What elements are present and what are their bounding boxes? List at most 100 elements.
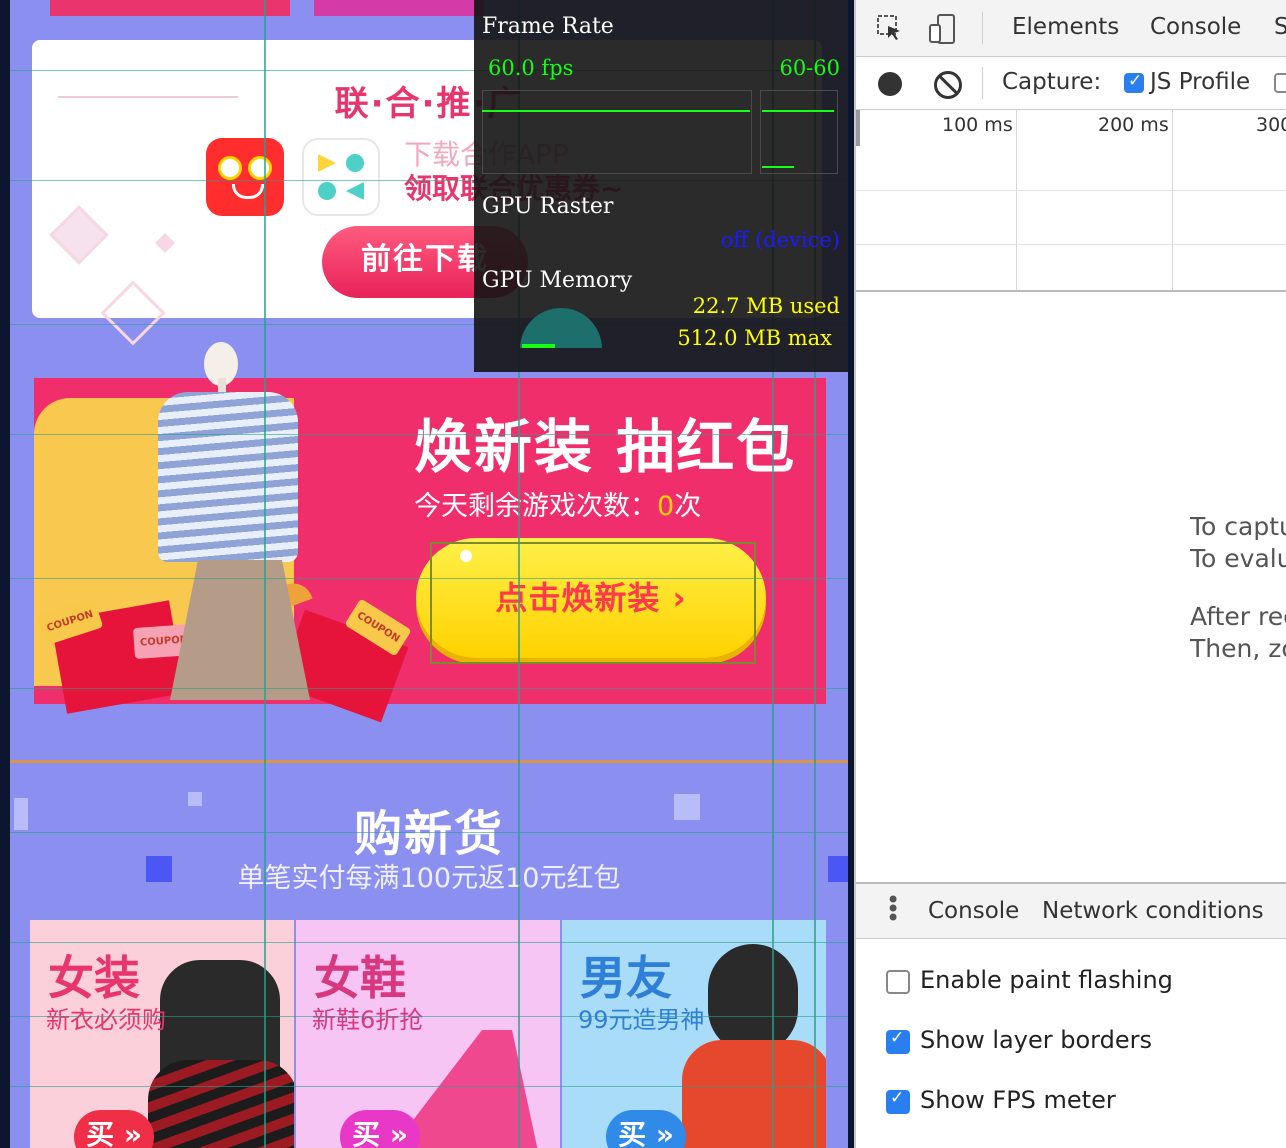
gpu-memory-used: 22.7 MB used [692,294,840,318]
timeline-tick [1016,110,1017,290]
paint-flashing-label: Enable paint flashing [920,966,1173,994]
previous-banner-strip [50,0,290,16]
timeline-tick-label: 200 ms [1098,114,1169,136]
layer-borders-checkbox[interactable] [886,1028,910,1054]
drawer-tabbar: • • • Console Network conditions [856,882,1286,939]
gpu-memory-label: GPU Memory [482,268,633,293]
layer-border-line [10,434,848,435]
capture-label: Capture: [1002,69,1102,95]
section-title: 购新货 [353,806,504,862]
capture-bar: Capture: JS Profile [856,57,1286,110]
banner-title: 焕新装 抽红包 [414,413,797,481]
layer-border-line [10,578,848,579]
record-button[interactable] [878,72,902,96]
section-separator [10,760,848,763]
layer-border-line [10,1086,848,1087]
striped-blouse [158,392,298,562]
fps-graph [482,90,752,174]
model-outfit [148,1060,294,1148]
gpu-memory-max: 512.0 MB max [677,326,832,350]
toolbar-divider [982,67,983,99]
app-icon-dot [318,154,336,172]
category-subtitle: 新衣必须购 [46,1006,166,1034]
landing-message-line: To captu [1190,512,1286,541]
timeline-overview: 100 ms 200 ms 300 [856,110,1286,292]
tab-elements[interactable]: Elements [1012,14,1119,40]
fps-histogram-bar [762,166,794,168]
layer-border-line [10,1016,848,1017]
model-photo [708,944,798,1054]
timeline-tick [1172,110,1173,290]
layer-border-line [10,942,848,943]
buy-button[interactable]: 买 » [340,1110,420,1148]
landing-message-line: To evalu [1190,544,1286,573]
devtools-panel: Elements Console S Capture: JS Profile 1… [854,0,1286,1148]
timeline-row-divider [856,190,1286,191]
app-icon-eye [218,156,242,180]
fps-meter-checkbox[interactable] [886,1088,910,1114]
fps-graph-line [482,110,750,112]
app-icon-eye [248,156,272,180]
model-outfit [682,1040,826,1148]
category-card-boyfriend[interactable]: 男友 99元造男神 买 » [562,920,826,1148]
landing-message-line: Then, zo [1190,634,1286,663]
tab-console[interactable]: Console [1150,14,1241,40]
section-subtitle: 单笔实付每满100元返10元红包 [237,863,621,894]
paint-flashing-checkbox[interactable] [886,970,910,994]
fps-meter-label: Show FPS meter [920,1086,1116,1114]
category-row: 女装 新衣必须购 买 » 女鞋 新鞋6折抢 买 » 男友 99元造男神 买 » [30,920,826,1148]
buy-button[interactable]: 买 » [74,1110,154,1148]
timeline-tick-label: 300 [1256,114,1286,136]
timeline-tick-label: 100 ms [942,114,1013,136]
device-toolbar-icon[interactable] [928,14,955,44]
more-options-icon[interactable]: • • • [886,888,900,930]
remaining-count: 0 [657,491,675,522]
app-icon-dot [346,154,364,172]
tab-sources[interactable]: S [1274,14,1286,40]
category-subtitle: 新鞋6折抢 [312,1006,424,1034]
option-layer-borders[interactable]: Show layer borders [886,1026,1152,1054]
gpu-memory-gauge-fill [522,344,555,348]
landing-message-line: After rec [1190,602,1286,631]
js-profile-checkbox[interactable] [1124,71,1144,93]
option-fps-meter[interactable]: Show FPS meter [886,1086,1116,1114]
gpu-raster-status: off (device) [720,228,840,252]
gpu-raster-label: GPU Raster [482,194,614,219]
js-profile-label: JS Profile [1150,69,1251,95]
app-icon-partner-b[interactable] [302,138,380,216]
app-icon-dot [346,182,364,200]
fps-meter: Frame Rate 60.0 fps 60-60 GPU Raster off… [474,0,848,372]
remaining-suffix: 次 [674,491,702,522]
fps-histogram [760,90,838,174]
layer-borders-label: Show layer borders [920,1026,1152,1054]
layer-border-line [10,688,848,689]
category-title: 男友 [580,951,672,1005]
remaining-prefix: 今天剩余游戏次数： [414,491,657,522]
inspect-element-icon[interactable] [876,14,902,42]
category-card-womens-clothing[interactable]: 女装 新衣必须购 买 » [30,920,294,1148]
capture-option-checkbox[interactable] [1274,73,1286,93]
frame-rate-label: Frame Rate [482,14,614,39]
remaining-plays: 今天剩余游戏次数：0次 [414,484,701,523]
fps-histogram-bar [762,110,834,112]
timeline-row-divider [856,244,1286,245]
app-icon-dot [318,182,336,200]
buy-button[interactable]: 买 » [606,1110,686,1148]
app-icon-partner-a[interactable] [206,138,284,216]
fps-value: 60.0 fps [488,56,574,80]
option-paint-flashing[interactable]: Enable paint flashing [886,966,1173,994]
clear-icon[interactable] [934,71,962,99]
drawer-tab-console[interactable]: Console [928,898,1019,924]
category-subtitle: 99元造男神 [578,1006,705,1034]
overview-scroll-edge [856,110,860,146]
drawer-tab-network-conditions[interactable]: Network conditions [1042,898,1264,924]
previous-banner-strip [314,0,484,16]
devtools-toolbar: Elements Console S [856,0,1286,57]
fps-range: 60-60 [779,56,840,80]
category-card-womens-shoes[interactable]: 女鞋 新鞋6折抢 买 » [296,920,560,1148]
toolbar-divider [982,12,983,44]
app-icon-smile [232,184,264,199]
category-title: 女鞋 [314,951,406,1005]
layer-border-line [10,832,848,833]
layer-border-outline [430,542,756,664]
